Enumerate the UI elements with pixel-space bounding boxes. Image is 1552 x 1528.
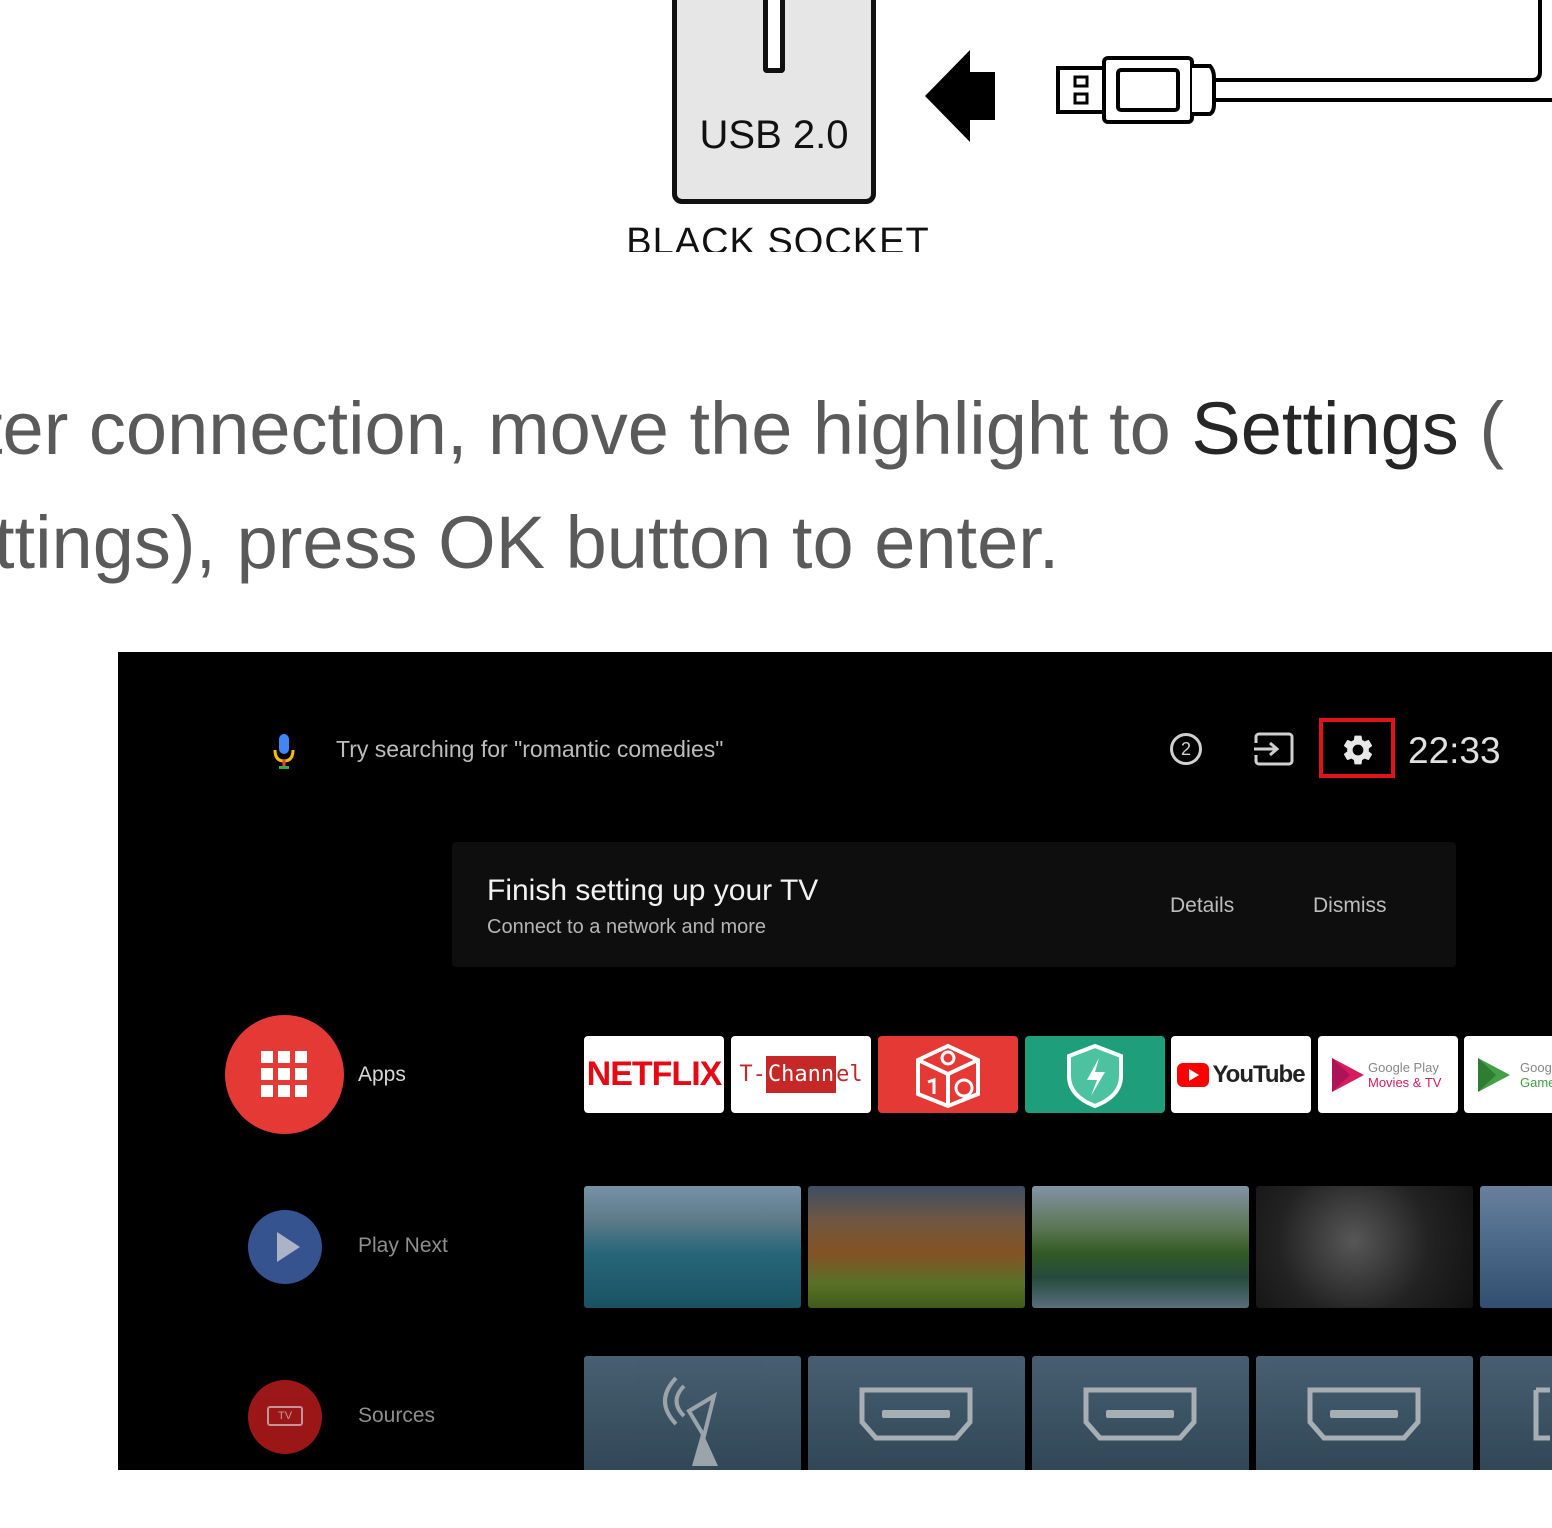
- usb-plug-drawing: [925, 0, 1552, 142]
- clock: 22:33: [1408, 730, 1501, 771]
- apps-label: Apps: [358, 1063, 406, 1086]
- instruction-text: ter connection, move the highlight to: [0, 387, 1192, 470]
- youtube-tile[interactable]: YouTube: [1171, 1036, 1311, 1113]
- netflix-logo: NETFLIX: [586, 1055, 723, 1093]
- play-games-icon: [1478, 1058, 1510, 1092]
- search-input[interactable]: Try searching for "romantic comedies": [336, 736, 723, 763]
- play-movies-label: Google Play Movies & TV: [1368, 1060, 1442, 1090]
- thumbnail-partial[interactable]: [1480, 1186, 1552, 1308]
- hdmi-icon: [1307, 1387, 1421, 1441]
- thumbnail-soccer[interactable]: [1256, 1186, 1473, 1308]
- play-movies-icon: [1332, 1058, 1364, 1092]
- play-icon: [277, 1232, 300, 1262]
- google-play-games-tile[interactable]: Goog Game: [1464, 1036, 1552, 1113]
- tv-home-screenshot: Try searching for "romantic comedies" 2 …: [118, 652, 1552, 1470]
- insert-arrow-icon: [925, 50, 995, 142]
- hdmi-icon: [1533, 1387, 1550, 1441]
- sources-button[interactable]: TV: [248, 1380, 322, 1454]
- media-center-tile[interactable]: [878, 1036, 1018, 1113]
- setup-notification-card[interactable]: Finish setting up your TV Connect to a n…: [452, 842, 1456, 967]
- notifications-icon[interactable]: 2: [1170, 733, 1202, 765]
- usb-plug-tip: [1056, 66, 1108, 114]
- thumbnail-hills[interactable]: [808, 1186, 1025, 1308]
- source-hdmi-3[interactable]: [1256, 1356, 1473, 1470]
- instruction-line-1: ter connection, move the highlight to Se…: [0, 386, 1534, 471]
- source-hdmi-2[interactable]: [1032, 1356, 1249, 1470]
- details-button[interactable]: Details: [1170, 894, 1234, 918]
- apps-button[interactable]: [225, 1015, 344, 1134]
- hdmi-icon: [1083, 1387, 1197, 1441]
- source-partial[interactable]: [1480, 1356, 1552, 1470]
- thumbnail-canoe[interactable]: [1032, 1186, 1249, 1308]
- notification-subtitle: Connect to a network and more: [487, 916, 767, 938]
- t-channel-tile[interactable]: T- Chann el: [731, 1036, 871, 1113]
- thumbnail-lake[interactable]: [584, 1186, 801, 1308]
- dismiss-button[interactable]: Dismiss: [1313, 894, 1387, 918]
- source-hdmi-1[interactable]: [808, 1356, 1025, 1470]
- notification-count: 2: [1180, 739, 1191, 759]
- antenna-icon: [663, 1376, 718, 1466]
- play-next-button[interactable]: [248, 1210, 322, 1284]
- input-source-icon[interactable]: [1254, 732, 1296, 766]
- microphone-icon[interactable]: [268, 732, 300, 772]
- youtube-logo: YouTube: [1171, 1036, 1311, 1113]
- usb-connection-diagram: USB 2.0 BLACK SOCKET: [0, 0, 1552, 260]
- tv-source-icon: TV: [267, 1406, 303, 1426]
- shield-icon: [1067, 1043, 1123, 1109]
- notification-title: Finish setting up your TV: [487, 874, 819, 907]
- settings-keyword: Settings: [1191, 387, 1459, 470]
- media-dice-icon: [916, 1043, 980, 1109]
- instruction-line-2: ttings), press OK button to enter.: [0, 501, 1060, 584]
- netflix-tile[interactable]: NETFLIX: [584, 1036, 724, 1113]
- source-antenna[interactable]: [584, 1356, 801, 1470]
- play-games-label: Goog Game: [1520, 1060, 1552, 1090]
- instruction-text-tail: (: [1458, 387, 1504, 470]
- t-channel-logo: T- Chann el: [731, 1036, 871, 1113]
- apps-grid-icon: [261, 1051, 307, 1097]
- youtube-play-icon: [1177, 1062, 1210, 1087]
- play-next-label: Play Next: [358, 1234, 448, 1257]
- google-play-movies-tile[interactable]: Google Play Movies & TV: [1318, 1036, 1458, 1113]
- settings-highlight-box: [1319, 718, 1395, 778]
- hdmi-icon: [859, 1387, 973, 1441]
- sources-label: Sources: [358, 1404, 436, 1427]
- security-tile[interactable]: [1025, 1036, 1165, 1113]
- usb-cable: [1214, 0, 1542, 82]
